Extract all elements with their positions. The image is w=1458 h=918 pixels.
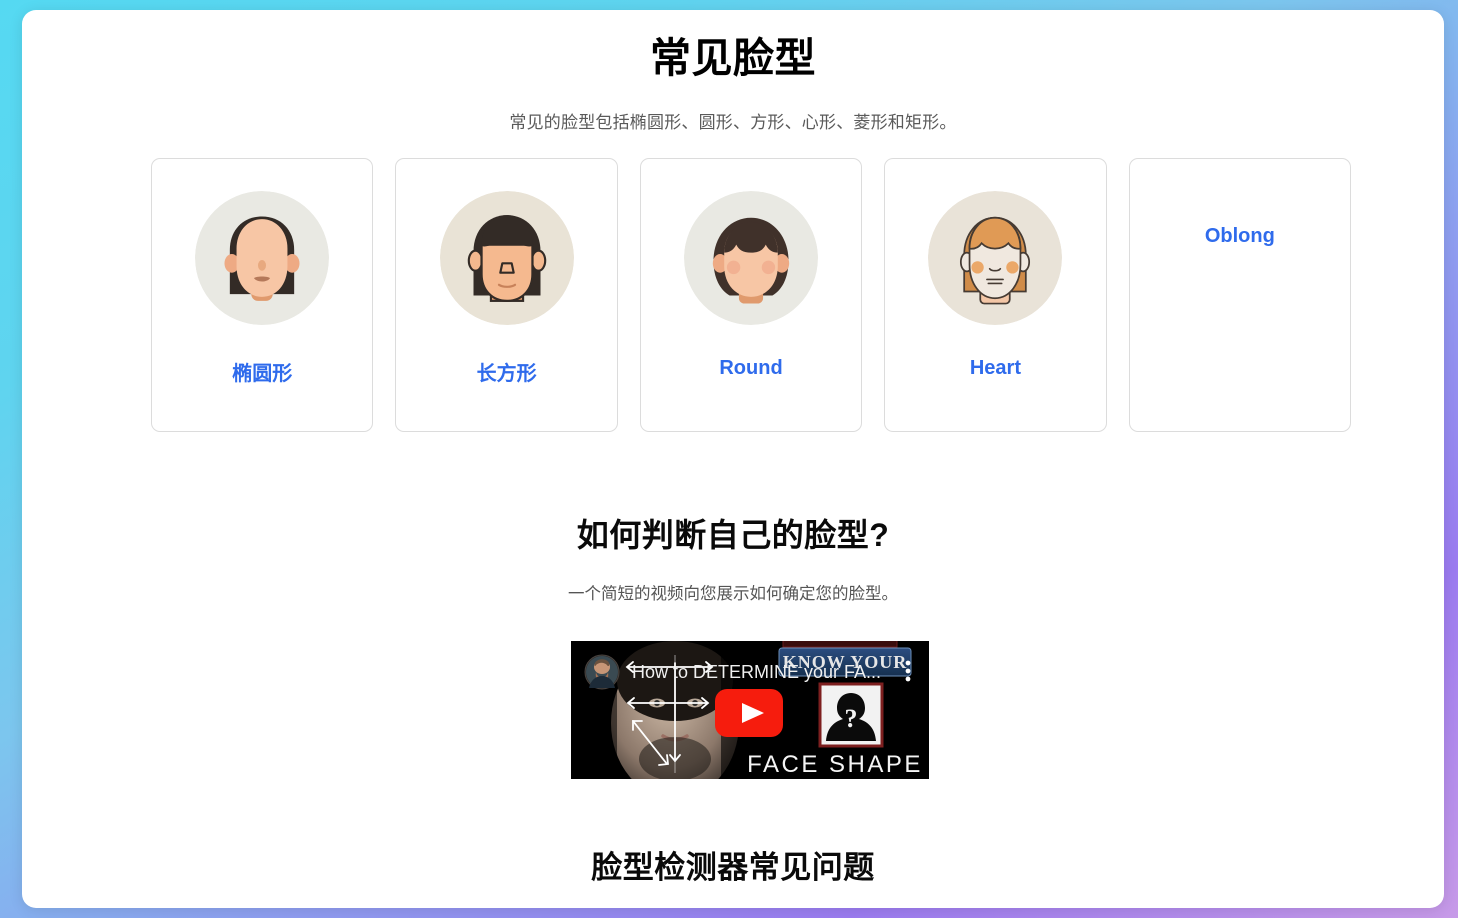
kebab-menu-icon xyxy=(905,660,911,682)
page-title: 常见脸型 xyxy=(650,35,816,81)
faq-heading: 脸型检测器常见问题 xyxy=(591,850,875,885)
youtube-video-embed[interactable]: KNOW YOUR ? FACE SHAPE How to DETERMINE … xyxy=(571,641,929,779)
page-content: 常见脸型 常见的脸型包括椭圆形、圆形、方形、心形、菱形和矩形。 椭圆形 长方形 … xyxy=(22,10,1444,908)
face-shape-card-oblong[interactable]: Oblong xyxy=(1128,158,1352,432)
video-question-mark: ? xyxy=(845,704,858,733)
face-shape-card-label: 长方形 xyxy=(476,363,537,385)
face-shape-card-label: 椭圆形 xyxy=(232,363,293,385)
face-shape-card-label: Heart xyxy=(969,357,1021,379)
face-shape-card-oval[interactable]: 椭圆形 xyxy=(151,158,374,432)
face-heart-avatar-icon xyxy=(928,191,1063,325)
face-shape-card-heart[interactable]: Heart xyxy=(884,158,1107,432)
face-oval-avatar-icon xyxy=(195,191,330,325)
face-shape-card-round[interactable]: Round xyxy=(639,158,863,432)
face-shape-card-label: Round xyxy=(719,357,783,379)
howto-heading: 如何判断自己的脸型? xyxy=(576,517,890,553)
youtube-play-icon xyxy=(715,689,783,737)
browser-page-surface: 常见脸型 常见的脸型包括椭圆形、圆形、方形、心形、菱形和矩形。 椭圆形 长方形 … xyxy=(22,10,1444,908)
face-shape-card-list: 椭圆形 长方形 Round Heart Oblong xyxy=(151,158,1352,432)
face-shape-card-label: Oblong xyxy=(1204,225,1275,247)
howto-subtitle: 一个简短的视频向您展示如何确定您的脸型。 xyxy=(568,585,898,603)
video-title: How to DETERMINE your FA... xyxy=(632,662,881,682)
video-thumbnail: KNOW YOUR ? FACE SHAPE How to DETERMINE … xyxy=(571,641,929,779)
face-rectangle-avatar-icon xyxy=(439,191,574,325)
face-shape-card-rectangle[interactable]: 长方形 xyxy=(395,158,618,432)
face-round-avatar-icon xyxy=(684,191,819,325)
page-subtitle: 常见的脸型包括椭圆形、圆形、方形、心形、菱形和矩形。 xyxy=(509,113,957,132)
video-caption-text: FACE SHAPE xyxy=(747,751,923,778)
